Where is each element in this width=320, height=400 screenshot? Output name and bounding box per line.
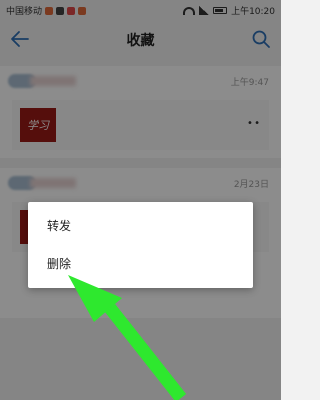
modal-overlay[interactable] [0, 0, 281, 400]
menu-item-delete[interactable]: 删除 [28, 244, 253, 284]
context-menu: 转发 删除 [28, 202, 253, 288]
menu-item-forward[interactable]: 转发 [28, 206, 253, 246]
